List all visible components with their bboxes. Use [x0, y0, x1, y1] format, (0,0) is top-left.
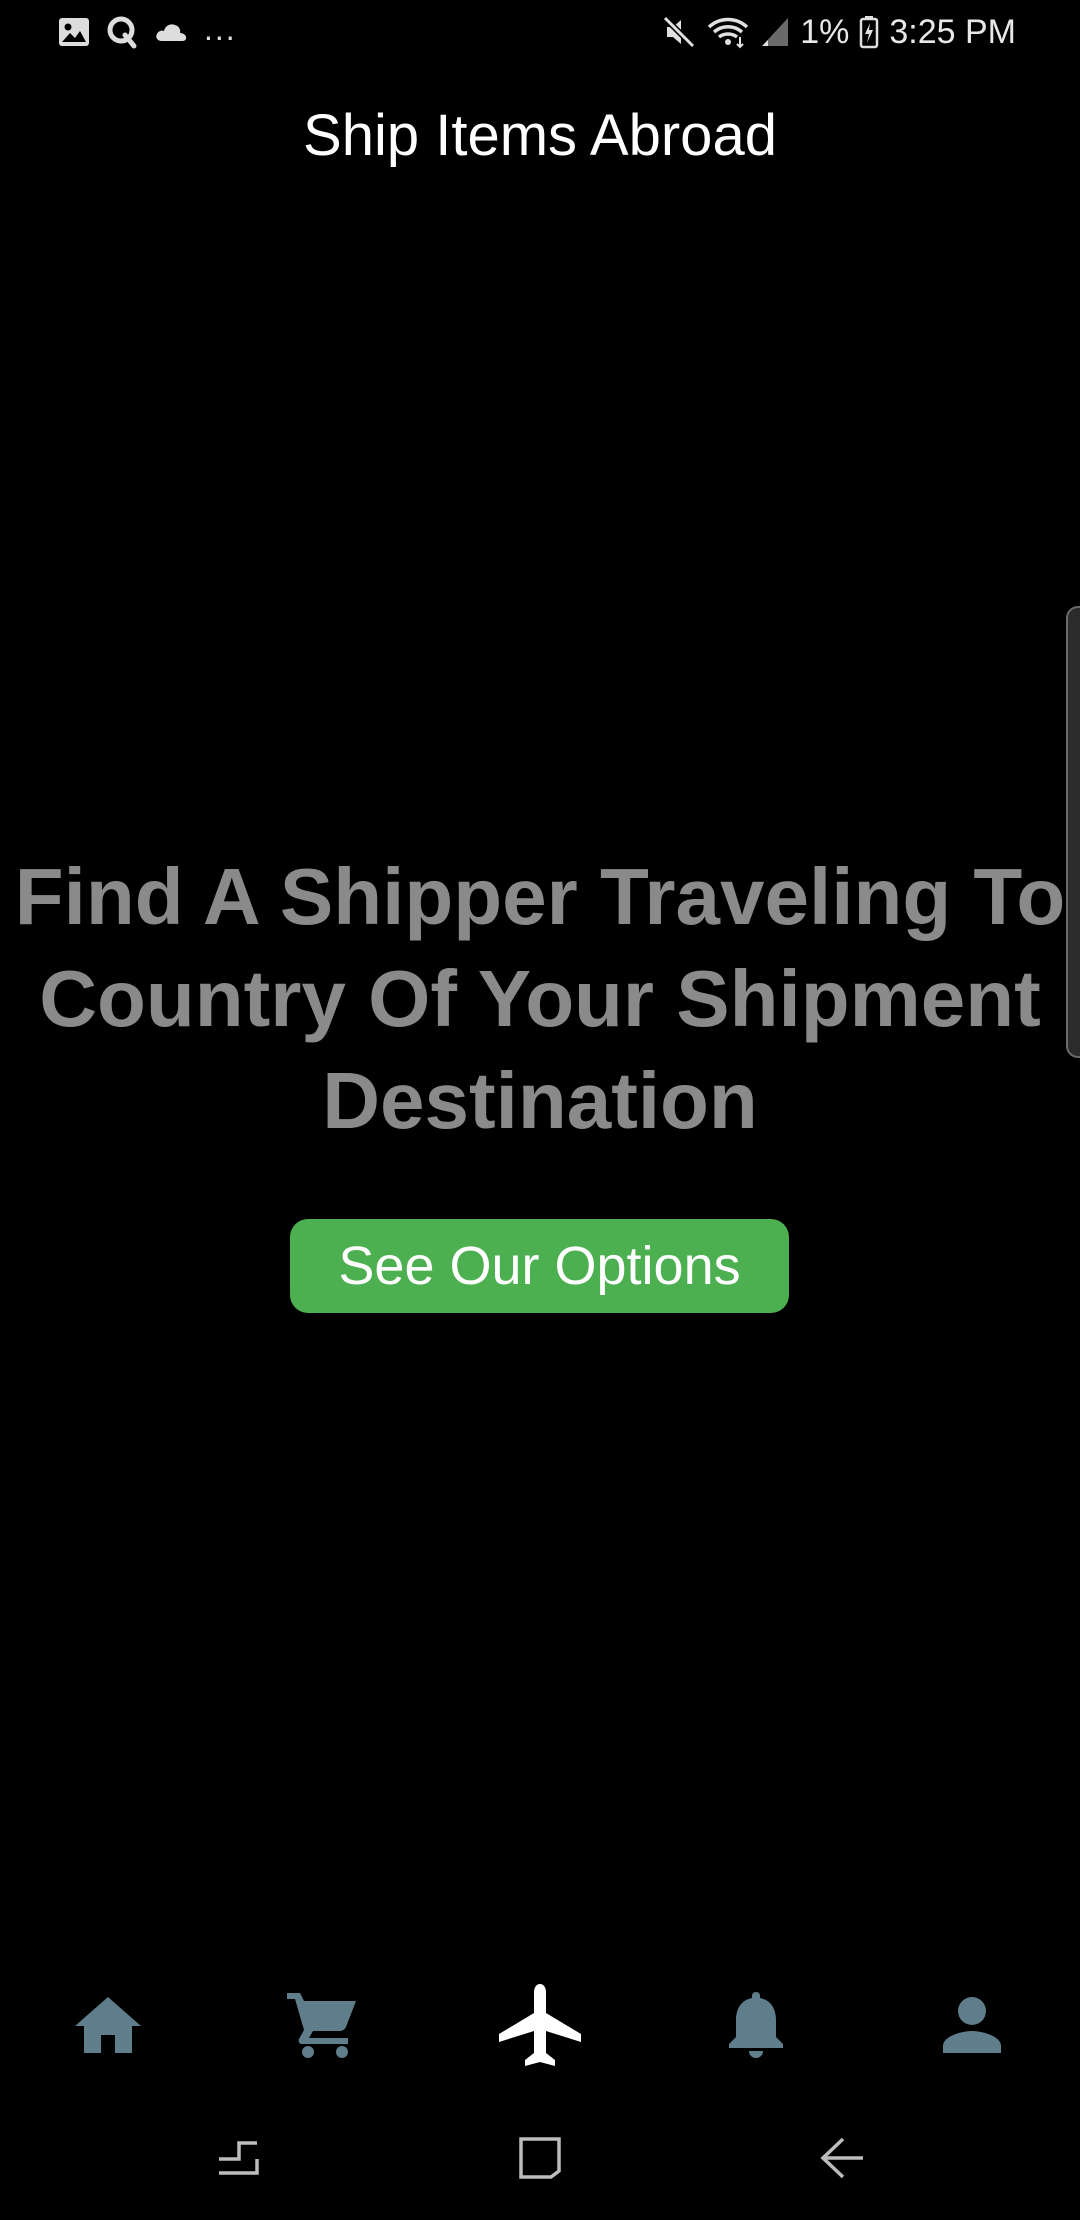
person-icon [942, 1996, 1002, 2054]
signal-icon [760, 16, 790, 48]
more-notifications-indicator: ... [204, 10, 237, 47]
image-icon [58, 17, 90, 47]
battery-percent: 1% [800, 12, 850, 51]
bell-icon [726, 1990, 786, 2060]
mute-icon [662, 15, 696, 49]
airplane-icon [497, 1982, 583, 2068]
hero-line-3: Destination [322, 1056, 758, 1145]
cloud-icon [154, 21, 188, 43]
home-icon [73, 1994, 143, 2056]
home-square-icon [517, 2135, 563, 2186]
nav-profile-button[interactable] [912, 1960, 1032, 2090]
wifi-icon [706, 15, 750, 49]
hero-headline: Find A Shipper Traveling To Country Of Y… [0, 846, 1080, 1152]
status-bar: ... 1% 3:25 PM [0, 0, 1080, 64]
status-right-group: 1% 3:25 PM [662, 12, 1016, 52]
hero-line-2: Country Of Your Shipment [39, 954, 1041, 1043]
see-our-options-button[interactable]: See Our Options [290, 1219, 789, 1313]
home-button[interactable] [490, 2120, 590, 2200]
battery-charging-icon [859, 15, 879, 49]
hero-line-1: Find A Shipper Traveling To [14, 852, 1066, 941]
status-left-group: ... [58, 10, 237, 50]
page-title: Ship Items Abroad [303, 103, 777, 168]
back-arrow-icon [819, 2135, 865, 2186]
recents-button[interactable] [188, 2120, 288, 2200]
q-app-icon [106, 15, 138, 49]
nav-shipping-button[interactable] [480, 1960, 600, 2090]
nav-notifications-button[interactable] [696, 1960, 816, 2090]
clock-time: 3:25 PM [889, 12, 1016, 51]
nav-cart-button[interactable] [262, 1960, 382, 2090]
back-button[interactable] [792, 2120, 892, 2200]
cart-icon [286, 1991, 358, 2059]
bottom-navigation [0, 1960, 1080, 2090]
nav-home-button[interactable] [48, 1960, 168, 2090]
system-navigation-bar [0, 2100, 1080, 2220]
recents-icon [215, 2135, 261, 2186]
